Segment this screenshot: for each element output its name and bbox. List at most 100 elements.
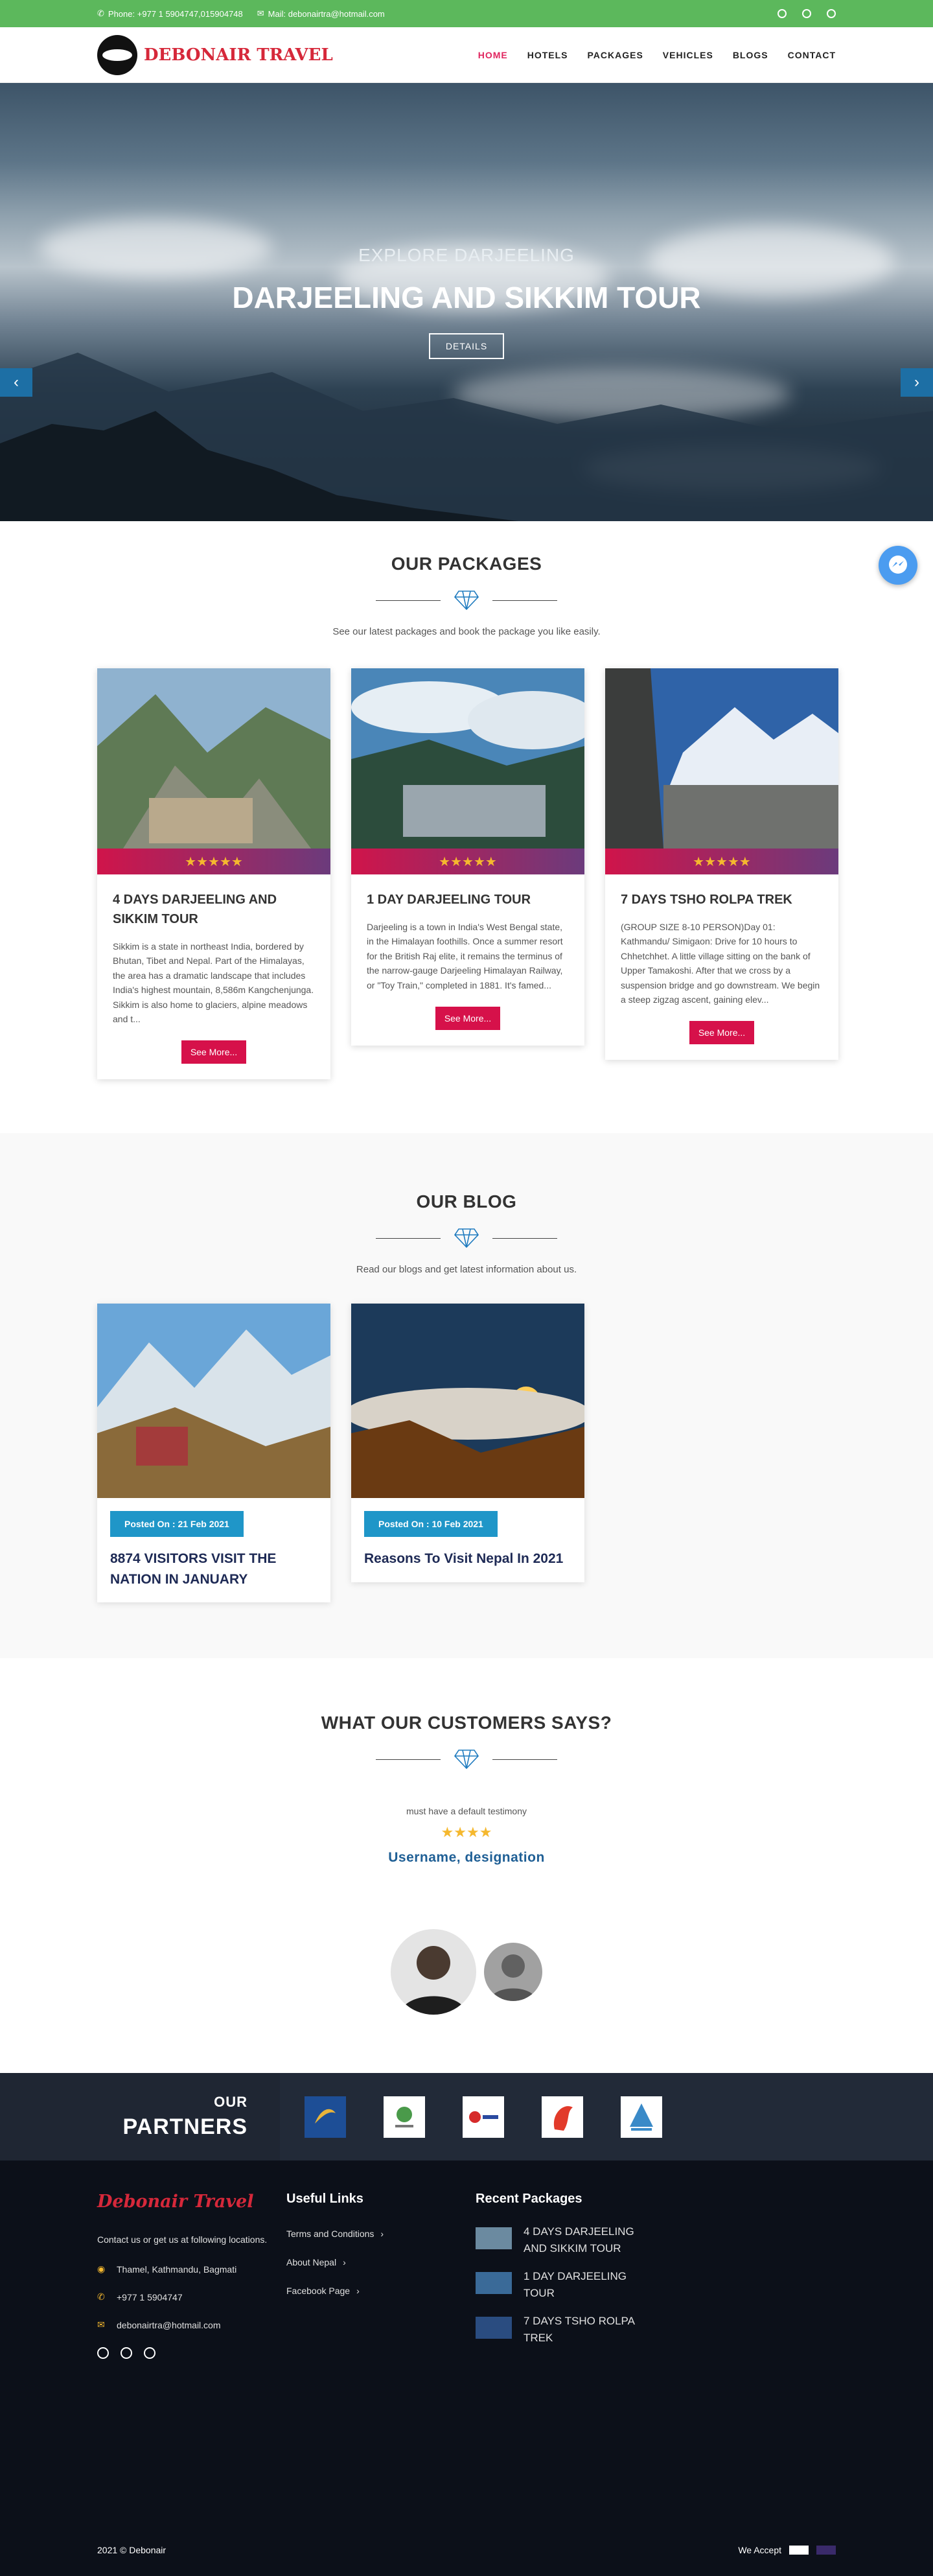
payment-logo (816, 2546, 836, 2555)
diamond-icon (454, 1228, 479, 1248)
testimonial-author: Username, designation (388, 1850, 545, 1865)
rating-stars: ★★★★★ (351, 849, 584, 874)
payment-logo (789, 2546, 809, 2555)
partner-logo[interactable] (463, 2096, 504, 2138)
facebook-icon[interactable] (97, 2347, 109, 2359)
section-divider (97, 1228, 836, 1248)
we-accept-label: We Accept (738, 2545, 781, 2555)
hero-subtitle: EXPLORE DARJEELING (358, 245, 575, 265)
nav-packages[interactable]: PACKAGES (587, 50, 643, 60)
hero-slider: EXPLORE DARJEELING DARJEELING AND SIKKIM… (0, 83, 933, 521)
package-card[interactable]: ★★★★★ 4 DAYS DARJEELING AND SIKKIM TOUR … (97, 668, 330, 1080)
slider-next-button[interactable]: › (901, 368, 933, 397)
partner-logo[interactable] (384, 2096, 425, 2138)
phone-info: ✆ Phone: +977 1 5904747,015904748 (97, 8, 243, 19)
messenger-icon (889, 556, 907, 574)
phone-icon: ✆ (97, 8, 104, 18)
package-image (97, 668, 330, 849)
avatar[interactable] (391, 1929, 476, 2015)
blog-card[interactable]: Posted On : 10 Feb 2021 Reasons To Visit… (351, 1304, 584, 1582)
brand-logo[interactable]: DEBONAIR TRAVEL (97, 35, 333, 75)
nav-vehicles[interactable]: VEHICLES (663, 50, 713, 60)
details-button[interactable]: DETAILS (428, 333, 505, 359)
recent-packages-title: Recent Packages (476, 2192, 582, 2206)
messenger-chat-button[interactable] (879, 546, 917, 585)
package-description: Darjeeling is a town in India's West Ben… (367, 922, 563, 990)
blog-card[interactable]: Posted On : 21 Feb 2021 8874 VISITORS VI… (97, 1304, 330, 1602)
packages-title: OUR PACKAGES (391, 554, 542, 574)
package-description: (GROUP SIZE 8-10 PERSON)Day 01: Kathmand… (621, 922, 820, 1005)
see-more-button[interactable]: See More... (181, 1040, 247, 1064)
testimonial-stars: ★★★★ (441, 1824, 492, 1840)
footer-link-about-nepal[interactable]: About Nepal › (286, 2257, 463, 2267)
recent-package-item[interactable]: 4 DAYS DARJEELING AND SIKKIM TOUR (476, 2223, 657, 2256)
recent-package-thumb (476, 2317, 512, 2339)
location-pin-icon: ◉ (97, 2264, 106, 2275)
chevron-right-icon: › (914, 373, 919, 391)
recent-package-title: 1 DAY DARJEELING TOUR (524, 2270, 627, 2299)
recent-package-item[interactable]: 1 DAY DARJEELING TOUR (476, 2268, 657, 2301)
nav-hotels[interactable]: HOTELS (527, 50, 568, 60)
testimonials-title: WHAT OUR CUSTOMERS SAYS? (321, 1713, 612, 1733)
nav-contact[interactable]: CONTACT (788, 50, 836, 60)
partner-logo[interactable] (305, 2096, 346, 2138)
main-navbar: DEBONAIR TRAVEL HOME HOTELS PACKAGES VEH… (0, 27, 933, 83)
blog-section: OUR BLOG Read our blogs and get latest i… (0, 1133, 933, 1658)
see-more-button[interactable]: See More... (435, 1006, 501, 1030)
whatsapp-icon[interactable] (144, 2347, 156, 2359)
viber-icon[interactable] (121, 2347, 132, 2359)
blog-post-title[interactable]: Reasons To Visit Nepal In 2021 (364, 1549, 571, 1569)
footer-email[interactable]: ✉ debonairtra@hotmail.com (97, 2319, 273, 2330)
package-card[interactable]: ★★★★★ 7 DAYS TSHO ROLPA TREK (GROUP SIZE… (605, 668, 838, 1060)
recent-package-title: 7 DAYS TSHO ROLPA TREK (524, 2315, 635, 2344)
partner-logo[interactable] (621, 2096, 662, 2138)
blog-image (351, 1304, 584, 1498)
partner-logo[interactable] (542, 2096, 583, 2138)
avatar[interactable] (484, 1943, 542, 2001)
footer-phone[interactable]: ✆ +977 1 5904747 (97, 2291, 273, 2302)
top-bar: ✆ Phone: +977 1 5904747,015904748 ✉ Mail: … (0, 0, 933, 27)
recent-package-thumb (476, 2272, 512, 2294)
viber-icon[interactable] (802, 9, 811, 18)
copyright-text: 2021 © Debonair (97, 2545, 167, 2555)
blog-title: OUR BLOG (416, 1191, 517, 1212)
footer-link-terms[interactable]: Terms and Conditions › (286, 2229, 463, 2239)
whatsapp-icon[interactable] (827, 9, 836, 18)
main-menu: HOME HOTELS PACKAGES VEHICLES BLOGS CONT… (478, 50, 836, 60)
section-divider (97, 590, 836, 611)
recent-package-item[interactable]: 7 DAYS TSHO ROLPA TREK (476, 2313, 657, 2346)
mail-icon: ✉ (97, 2319, 105, 2330)
rating-stars: ★★★★★ (605, 849, 838, 874)
partners-label: OUR (214, 2094, 248, 2110)
section-divider (0, 1749, 933, 1770)
phone-text: +977 1 5904747 (117, 2291, 183, 2302)
package-image (351, 668, 584, 849)
recent-package-thumb (476, 2227, 512, 2249)
email-text: debonairtra@hotmail.com (117, 2319, 221, 2330)
packages-section: OUR PACKAGES See our latest packages and… (0, 521, 933, 1133)
package-card[interactable]: ★★★★★ 1 DAY DARJEELING TOUR Darjeeling i… (351, 668, 584, 1046)
package-title[interactable]: 1 DAY DARJEELING TOUR (367, 890, 569, 909)
phone-text: Phone: +977 1 5904747,015904748 (108, 8, 243, 19)
slider-prev-button[interactable]: ‹ (0, 368, 32, 397)
partners-title: PARTNERS (122, 2114, 248, 2139)
package-title[interactable]: 7 DAYS TSHO ROLPA TREK (621, 890, 823, 909)
nav-home[interactable]: HOME (478, 50, 508, 60)
facebook-icon[interactable] (778, 9, 787, 18)
package-title[interactable]: 4 DAYS DARJEELING AND SIKKIM TOUR (113, 890, 315, 929)
diamond-icon (454, 1750, 479, 1770)
blog-image (97, 1304, 330, 1498)
testimonials-section: WHAT OUR CUSTOMERS SAYS? must have a def… (0, 1658, 933, 2073)
chevron-right-icon: › (380, 2229, 384, 2239)
mail-icon: ✉ (257, 8, 264, 18)
see-more-button[interactable]: See More... (689, 1021, 755, 1045)
blog-post-title[interactable]: 8874 VISITORS VISIT THE NATION IN JANUAR… (110, 1549, 317, 1589)
footer-contact-text: Contact us or get us at following locati… (97, 2234, 268, 2245)
nav-blogs[interactable]: BLOGS (733, 50, 768, 60)
chevron-left-icon: ‹ (14, 373, 19, 391)
chevron-right-icon: › (343, 2257, 346, 2267)
chevron-right-icon: › (356, 2286, 360, 2296)
address-text: Thamel, Kathmandu, Bagmati (117, 2264, 237, 2275)
footer-link-facebook-page[interactable]: Facebook Page › (286, 2286, 463, 2296)
diamond-icon (454, 591, 479, 611)
